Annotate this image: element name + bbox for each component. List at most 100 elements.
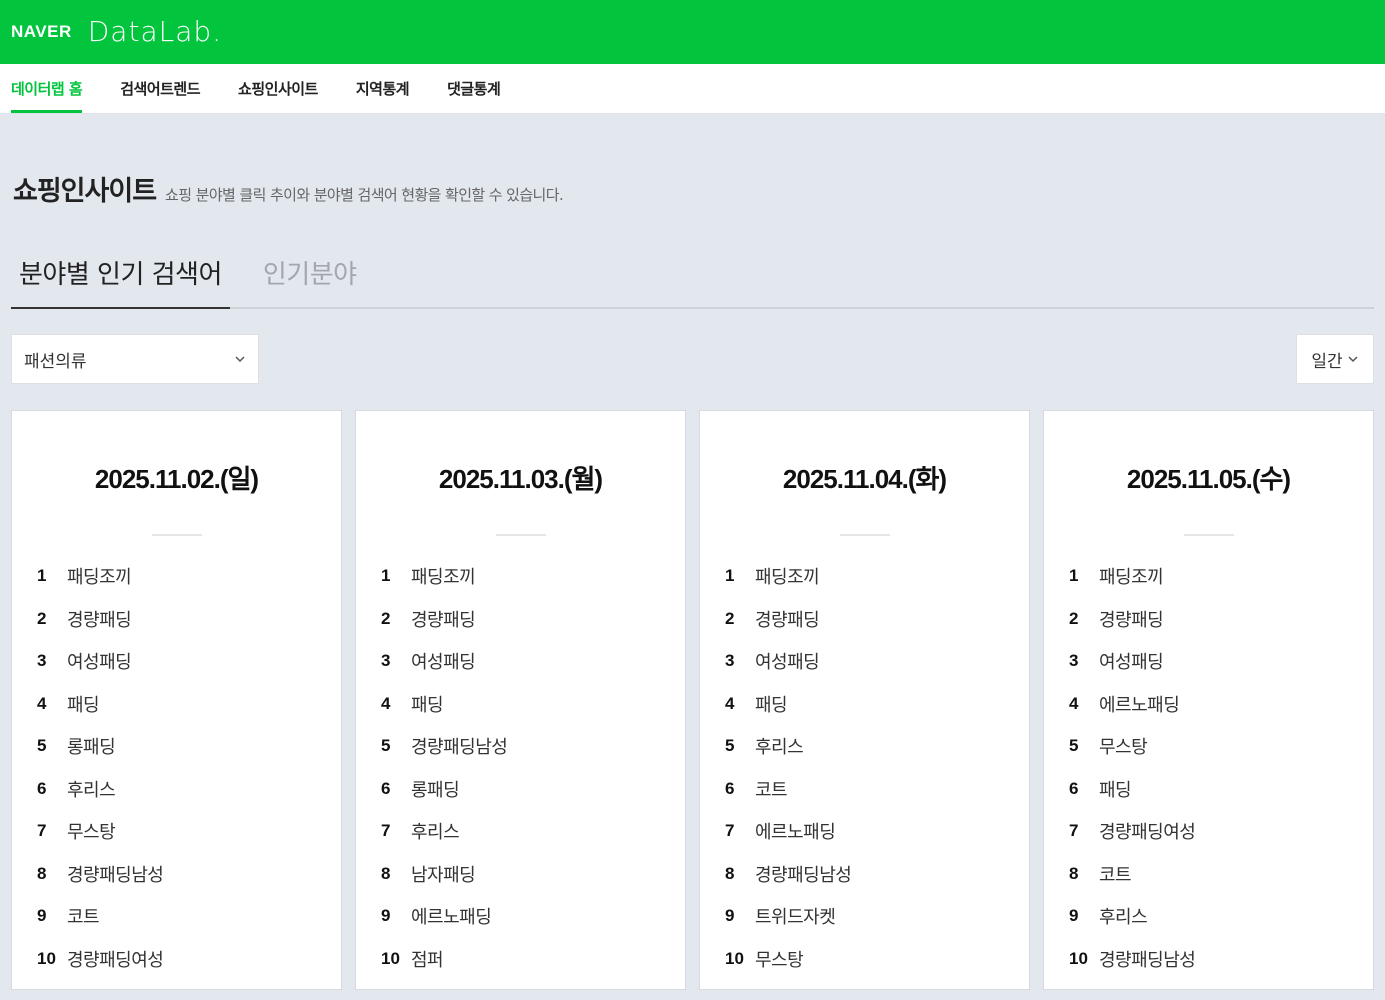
rank-item[interactable]: 2 경량패딩 bbox=[381, 598, 685, 641]
rank-number: 5 bbox=[381, 736, 391, 756]
rank-keyword: 경량패딩 bbox=[411, 609, 476, 631]
rank-keyword: 후리스 bbox=[67, 779, 116, 801]
rank-item[interactable]: 6 패딩 bbox=[1069, 768, 1373, 811]
nav-item-shopping-insight[interactable]: 쇼핑인사이트 bbox=[238, 64, 318, 113]
top-header: NAVER DataLab. bbox=[0, 0, 1385, 64]
rank-list: 1 패딩조끼 2 경량패딩 3 여성패딩 4 패딩 5 후리스 6 코트 7 에르노패딩 8 경량패딩남성 9 트… bbox=[700, 555, 1029, 980]
rank-item[interactable]: 6 후리스 bbox=[37, 768, 341, 811]
rank-item[interactable]: 10 경량패딩여성 bbox=[37, 938, 341, 981]
rank-item[interactable]: 4 패딩 bbox=[725, 683, 1029, 726]
rank-item[interactable]: 8 경량패딩남성 bbox=[37, 853, 341, 896]
tab-popular-categories[interactable]: 인기분야 bbox=[255, 240, 365, 307]
ranking-card: 2025.11.03.(월) 1 패딩조끼 2 경량패딩 3 여성패딩 4 패딩 5 경량패딩남성 6… bbox=[355, 410, 686, 990]
rank-keyword: 에르노패딩 bbox=[755, 822, 836, 844]
rank-item[interactable]: 4 패딩 bbox=[381, 683, 685, 726]
rank-keyword: 패딩조끼 bbox=[67, 567, 132, 589]
rank-item[interactable]: 7 에르노패딩 bbox=[725, 810, 1029, 853]
rank-item[interactable]: 3 여성패딩 bbox=[1069, 640, 1373, 683]
rank-item[interactable]: 5 후리스 bbox=[725, 725, 1029, 768]
rank-item[interactable]: 10 무스탕 bbox=[725, 938, 1029, 981]
rank-keyword: 패딩 bbox=[411, 694, 444, 716]
rank-item[interactable]: 5 무스탕 bbox=[1069, 725, 1373, 768]
nav-item-comment-stats[interactable]: 댓글통계 bbox=[447, 64, 501, 113]
title-row: 쇼핑인사이트 쇼핑 분야별 클릭 추이와 분야별 검색어 현황을 확인할 수 있… bbox=[11, 169, 1374, 208]
naver-logo[interactable]: NAVER bbox=[11, 22, 72, 42]
rank-number: 2 bbox=[37, 608, 47, 628]
rank-number: 7 bbox=[37, 821, 47, 841]
rank-item[interactable]: 1 패딩조끼 bbox=[381, 555, 685, 598]
rank-item[interactable]: 2 경량패딩 bbox=[1069, 598, 1373, 641]
rank-item[interactable]: 3 여성패딩 bbox=[725, 640, 1029, 683]
rank-item[interactable]: 3 여성패딩 bbox=[37, 640, 341, 683]
rank-keyword: 경량패딩여성 bbox=[1099, 822, 1196, 844]
rank-item[interactable]: 1 패딩조끼 bbox=[725, 555, 1029, 598]
rank-keyword: 트위드자켓 bbox=[755, 907, 836, 929]
rank-item[interactable]: 9 트위드자켓 bbox=[725, 895, 1029, 938]
rank-number: 3 bbox=[37, 651, 47, 671]
rank-number: 2 bbox=[381, 608, 391, 628]
rank-item[interactable]: 9 후리스 bbox=[1069, 895, 1373, 938]
rank-keyword: 롱패딩 bbox=[67, 737, 116, 759]
rank-item[interactable]: 2 경량패딩 bbox=[725, 598, 1029, 641]
rank-number: 7 bbox=[725, 821, 735, 841]
rank-item[interactable]: 2 경량패딩 bbox=[37, 598, 341, 641]
rank-number: 10 bbox=[381, 948, 400, 968]
rank-item[interactable]: 7 경량패딩여성 bbox=[1069, 810, 1373, 853]
ranking-card: 2025.11.02.(일) 1 패딩조끼 2 경량패딩 3 여성패딩 4 패딩 5 롱패딩 6 후리스… bbox=[11, 410, 342, 990]
datalab-logo[interactable]: DataLab. bbox=[88, 15, 222, 48]
nav-item-datalab-home[interactable]: 데이터랩 홈 bbox=[11, 64, 83, 113]
nav-item-regional-stats[interactable]: 지역통계 bbox=[356, 64, 410, 113]
rank-keyword: 무스탕 bbox=[67, 822, 116, 844]
rank-number: 2 bbox=[1069, 608, 1079, 628]
rank-item[interactable]: 3 여성패딩 bbox=[381, 640, 685, 683]
rank-keyword: 여성패딩 bbox=[411, 652, 476, 674]
card-divider bbox=[151, 534, 202, 536]
rank-item[interactable]: 6 코트 bbox=[725, 768, 1029, 811]
rank-number: 10 bbox=[1069, 948, 1088, 968]
rank-number: 4 bbox=[37, 693, 47, 713]
rank-keyword: 경량패딩 bbox=[755, 609, 820, 631]
rank-keyword: 코트 bbox=[1099, 864, 1132, 886]
rank-keyword: 후리스 bbox=[755, 737, 804, 759]
rank-item[interactable]: 5 경량패딩남성 bbox=[381, 725, 685, 768]
rank-keyword: 여성패딩 bbox=[1099, 652, 1164, 674]
rank-keyword: 코트 bbox=[755, 779, 788, 801]
tab-popular-keywords[interactable]: 분야별 인기 검색어 bbox=[11, 240, 230, 309]
rank-keyword: 점퍼 bbox=[411, 949, 444, 971]
period-select[interactable]: 일간 bbox=[1296, 334, 1374, 384]
tab-bar: 분야별 인기 검색어 인기분야 bbox=[11, 240, 1374, 309]
category-select[interactable]: 패션의류 bbox=[11, 334, 259, 384]
rank-item[interactable]: 7 후리스 bbox=[381, 810, 685, 853]
rank-item[interactable]: 1 패딩조끼 bbox=[37, 555, 341, 598]
rank-item[interactable]: 8 경량패딩남성 bbox=[725, 853, 1029, 896]
page-title: 쇼핑인사이트 bbox=[13, 176, 157, 207]
rank-item[interactable]: 5 롱패딩 bbox=[37, 725, 341, 768]
rank-number: 6 bbox=[37, 778, 47, 798]
rank-number: 8 bbox=[725, 863, 735, 883]
nav-item-search-trend[interactable]: 검색어트렌드 bbox=[120, 64, 200, 113]
rank-number: 9 bbox=[725, 906, 735, 926]
rank-item[interactable]: 10 경량패딩남성 bbox=[1069, 938, 1373, 981]
rank-keyword: 무스탕 bbox=[755, 949, 804, 971]
card-date: 2025.11.04.(화) bbox=[782, 464, 947, 494]
rank-item[interactable]: 7 무스탕 bbox=[37, 810, 341, 853]
card-divider bbox=[839, 534, 890, 536]
rank-number: 7 bbox=[381, 821, 391, 841]
rank-keyword: 패딩 bbox=[1099, 779, 1132, 801]
rank-item[interactable]: 9 에르노패딩 bbox=[381, 895, 685, 938]
chevron-down-icon bbox=[1348, 356, 1358, 363]
rank-keyword: 경량패딩남성 bbox=[411, 737, 508, 759]
rank-item[interactable]: 9 코트 bbox=[37, 895, 341, 938]
rank-item[interactable]: 4 패딩 bbox=[37, 683, 341, 726]
rank-number: 10 bbox=[725, 948, 744, 968]
rank-keyword: 후리스 bbox=[411, 822, 460, 844]
rank-item[interactable]: 6 롱패딩 bbox=[381, 768, 685, 811]
rank-item[interactable]: 4 에르노패딩 bbox=[1069, 683, 1373, 726]
rank-keyword: 에르노패딩 bbox=[1099, 694, 1180, 716]
rank-item[interactable]: 8 코트 bbox=[1069, 853, 1373, 896]
rank-item[interactable]: 8 남자패딩 bbox=[381, 853, 685, 896]
rank-item[interactable]: 1 패딩조끼 bbox=[1069, 555, 1373, 598]
rank-item[interactable]: 10 점퍼 bbox=[381, 938, 685, 981]
rank-number: 5 bbox=[37, 736, 47, 756]
rank-keyword: 경량패딩남성 bbox=[67, 864, 164, 886]
